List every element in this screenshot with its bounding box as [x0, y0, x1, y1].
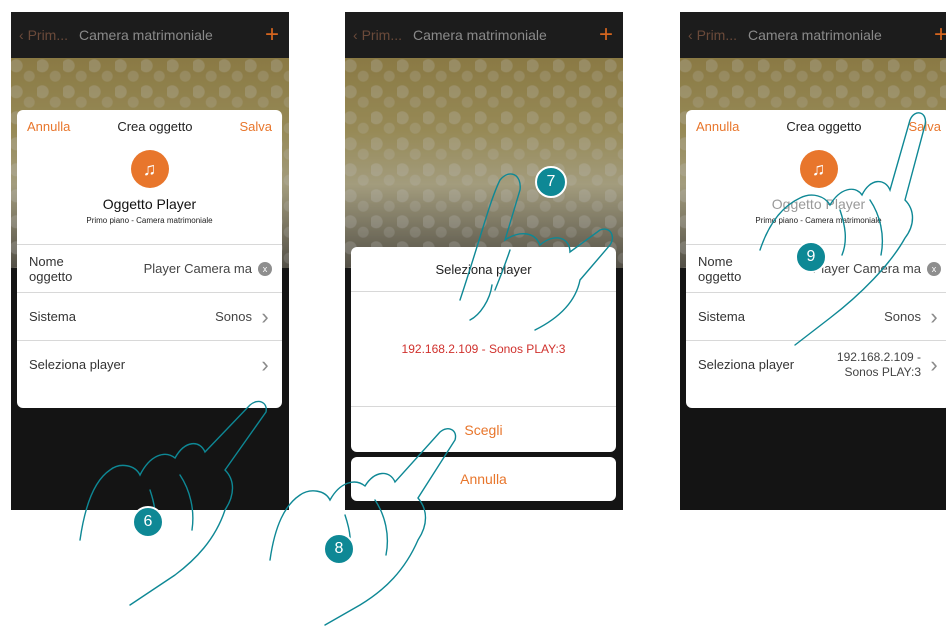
step-badge-8: 8 [323, 533, 355, 565]
step-badge-9: 9 [795, 241, 827, 273]
step-badge-7: 7 [535, 166, 567, 198]
pointing-hand-icon [459, 173, 614, 331]
pointing-hand-icon [759, 112, 927, 346]
pointing-hand-icon [269, 428, 457, 626]
pointing-hand-icon [79, 400, 267, 606]
step-badge-6: 6 [132, 506, 164, 538]
